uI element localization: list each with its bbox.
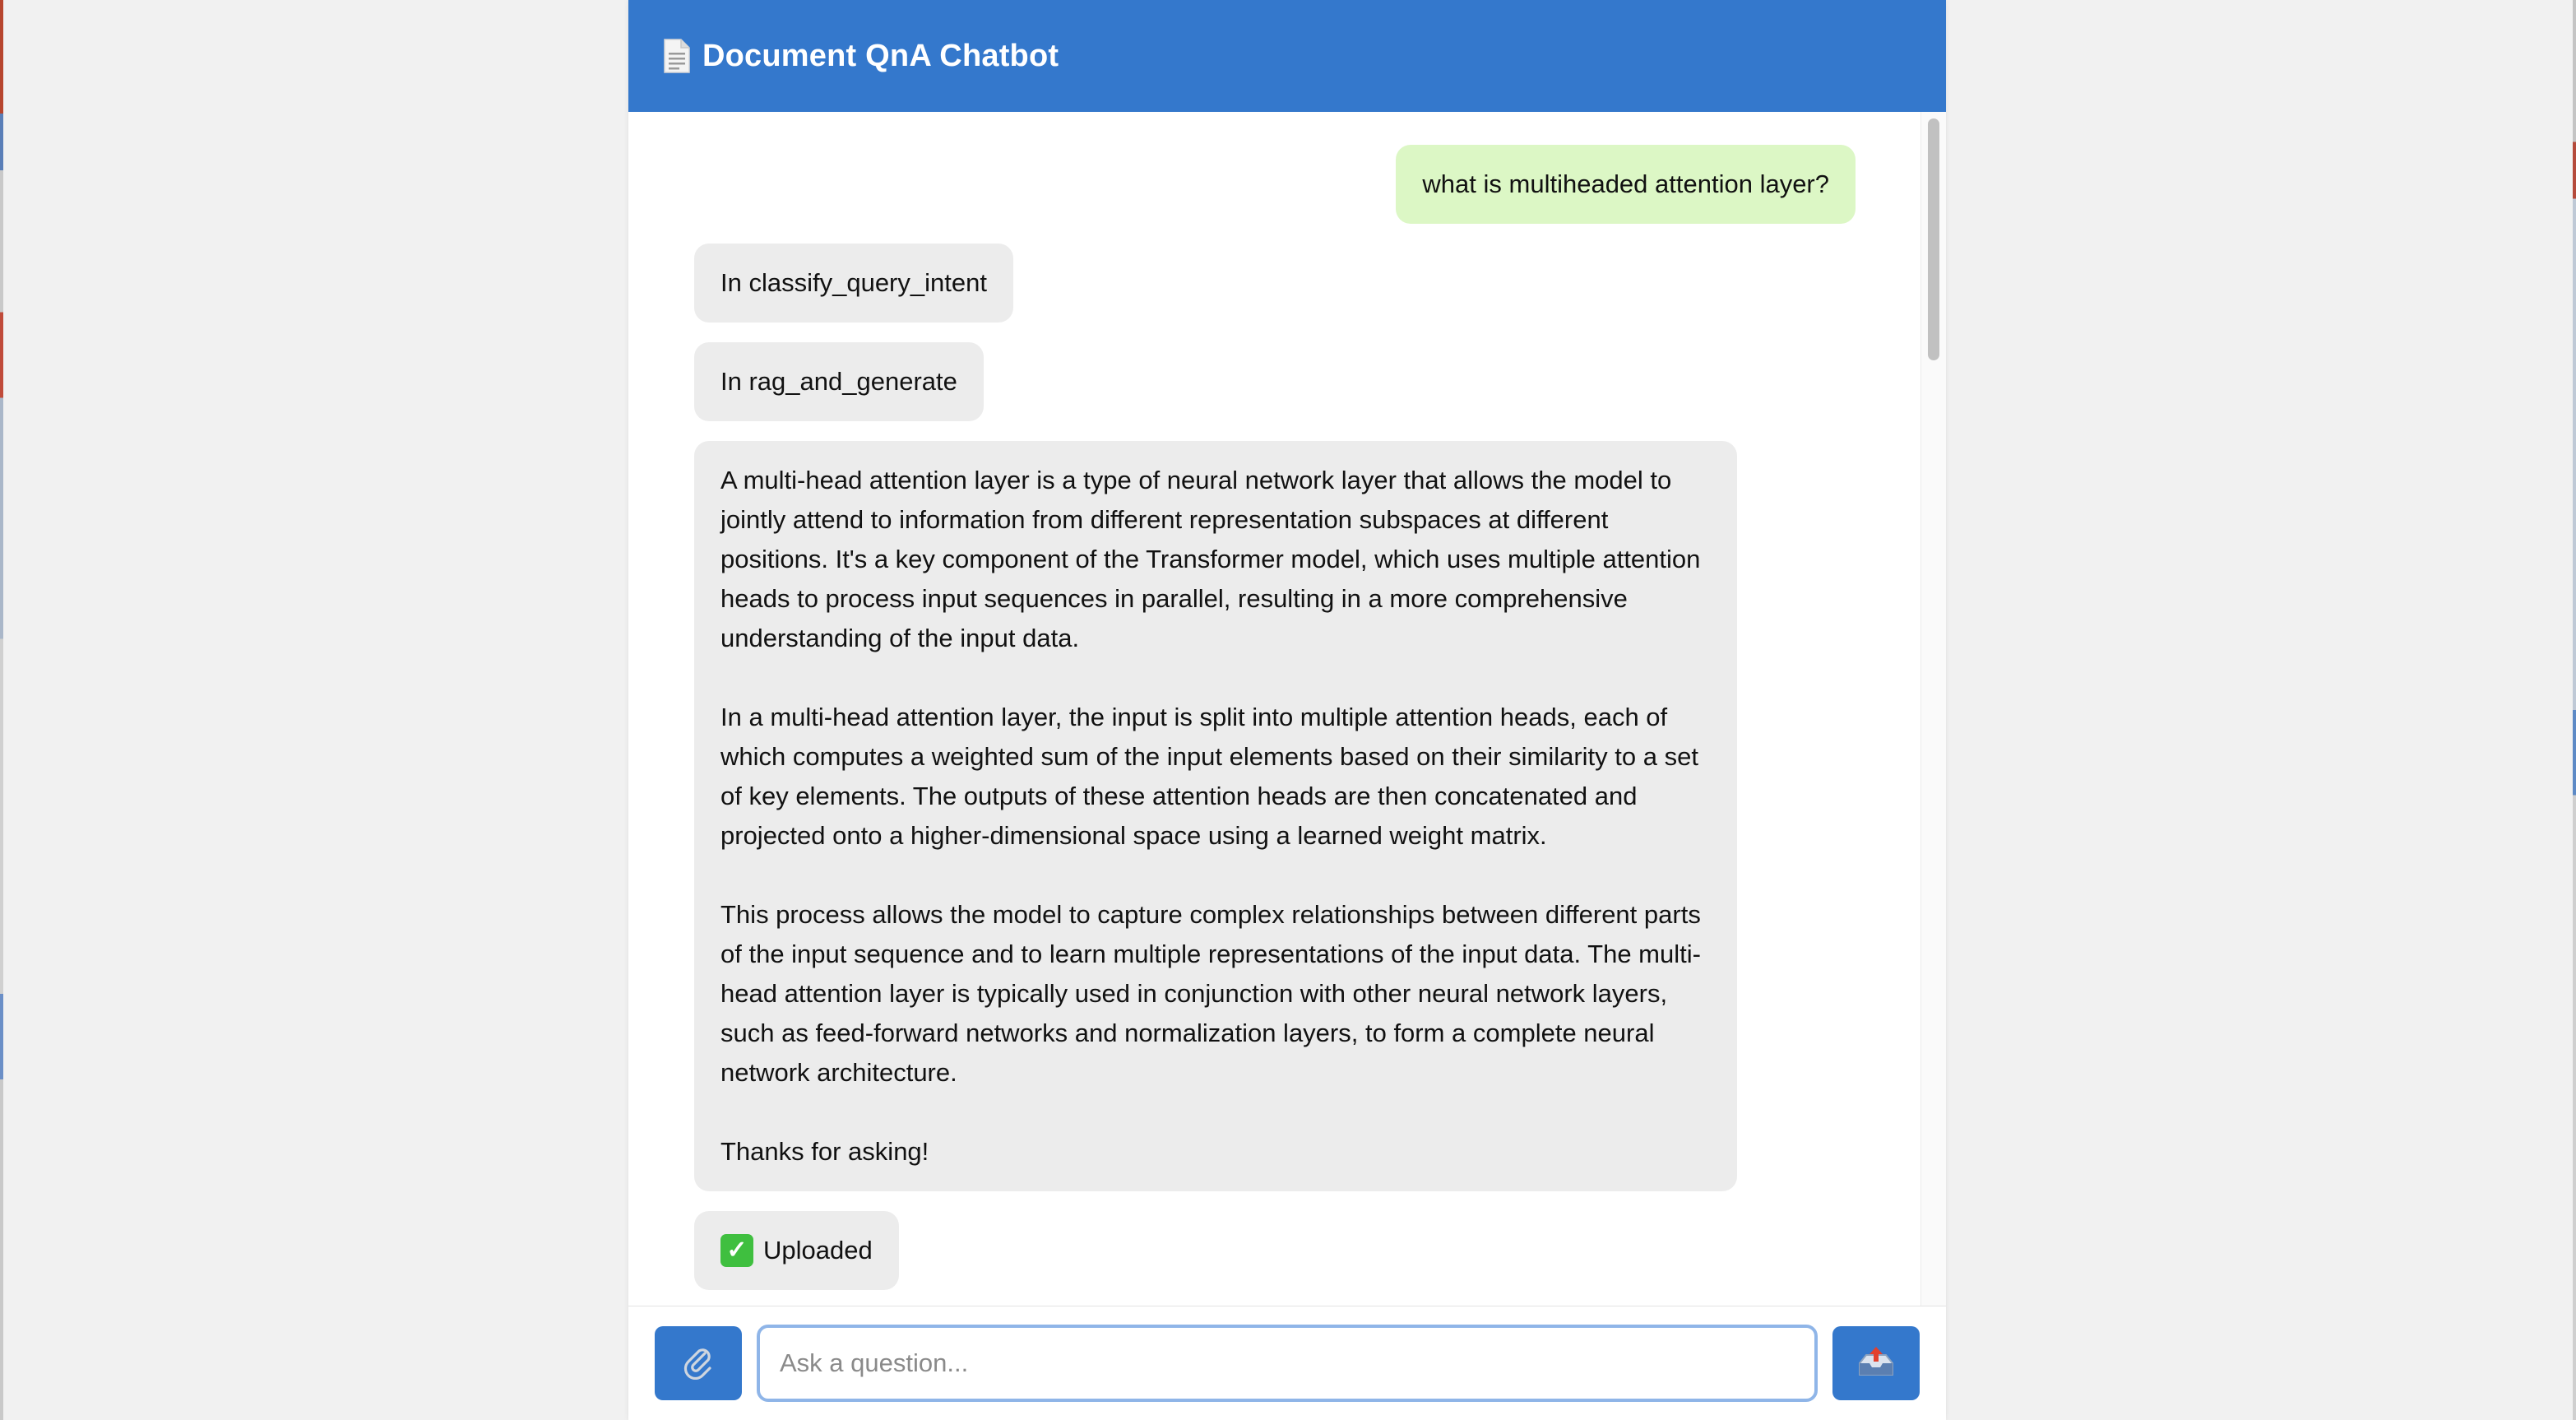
attach-file-button[interactable] <box>655 1326 742 1400</box>
answer-paragraph: In a multi-head attention layer, the inp… <box>720 703 1698 850</box>
app-header: Document QnA Chatbot <box>628 0 1946 112</box>
document-icon <box>663 38 691 74</box>
bot-status-message: ✓ Uploaded <box>694 1211 899 1290</box>
check-mark-icon: ✓ <box>720 1234 753 1267</box>
paperclip-icon <box>680 1343 716 1384</box>
send-button[interactable] <box>1832 1326 1920 1400</box>
input-bar <box>628 1306 1946 1420</box>
page-title: Document QnA Chatbot <box>702 38 1059 73</box>
message-list[interactable]: what is multiheaded attention layer? In … <box>628 112 1921 1306</box>
bot-message: In classify_query_intent <box>694 244 1013 323</box>
bot-answer-message: A multi-head attention layer is a type o… <box>694 441 1737 1191</box>
message-scrollbar[interactable] <box>1920 112 1946 1306</box>
background-window-edge <box>2573 0 2576 1420</box>
bot-message: In rag_and_generate <box>694 342 984 421</box>
message-text: In classify_query_intent <box>720 268 987 297</box>
answer-paragraph: Thanks for asking! <box>720 1137 929 1166</box>
answer-paragraph: This process allows the model to capture… <box>720 900 1701 1087</box>
user-message: what is multiheaded attention layer? <box>1396 145 1856 224</box>
question-input[interactable] <box>757 1325 1818 1402</box>
outbox-tray-icon <box>1856 1343 1896 1384</box>
message-text: In rag_and_generate <box>720 367 957 396</box>
background-window-edge <box>0 0 3 1420</box>
chat-app: Document QnA Chatbot what is multiheaded… <box>628 0 1946 1420</box>
answer-paragraph: A multi-head attention layer is a type o… <box>720 466 1701 652</box>
message-text: what is multiheaded attention layer? <box>1422 169 1829 198</box>
message-text: Uploaded <box>763 1236 873 1265</box>
scrollbar-thumb[interactable] <box>1928 118 1939 360</box>
